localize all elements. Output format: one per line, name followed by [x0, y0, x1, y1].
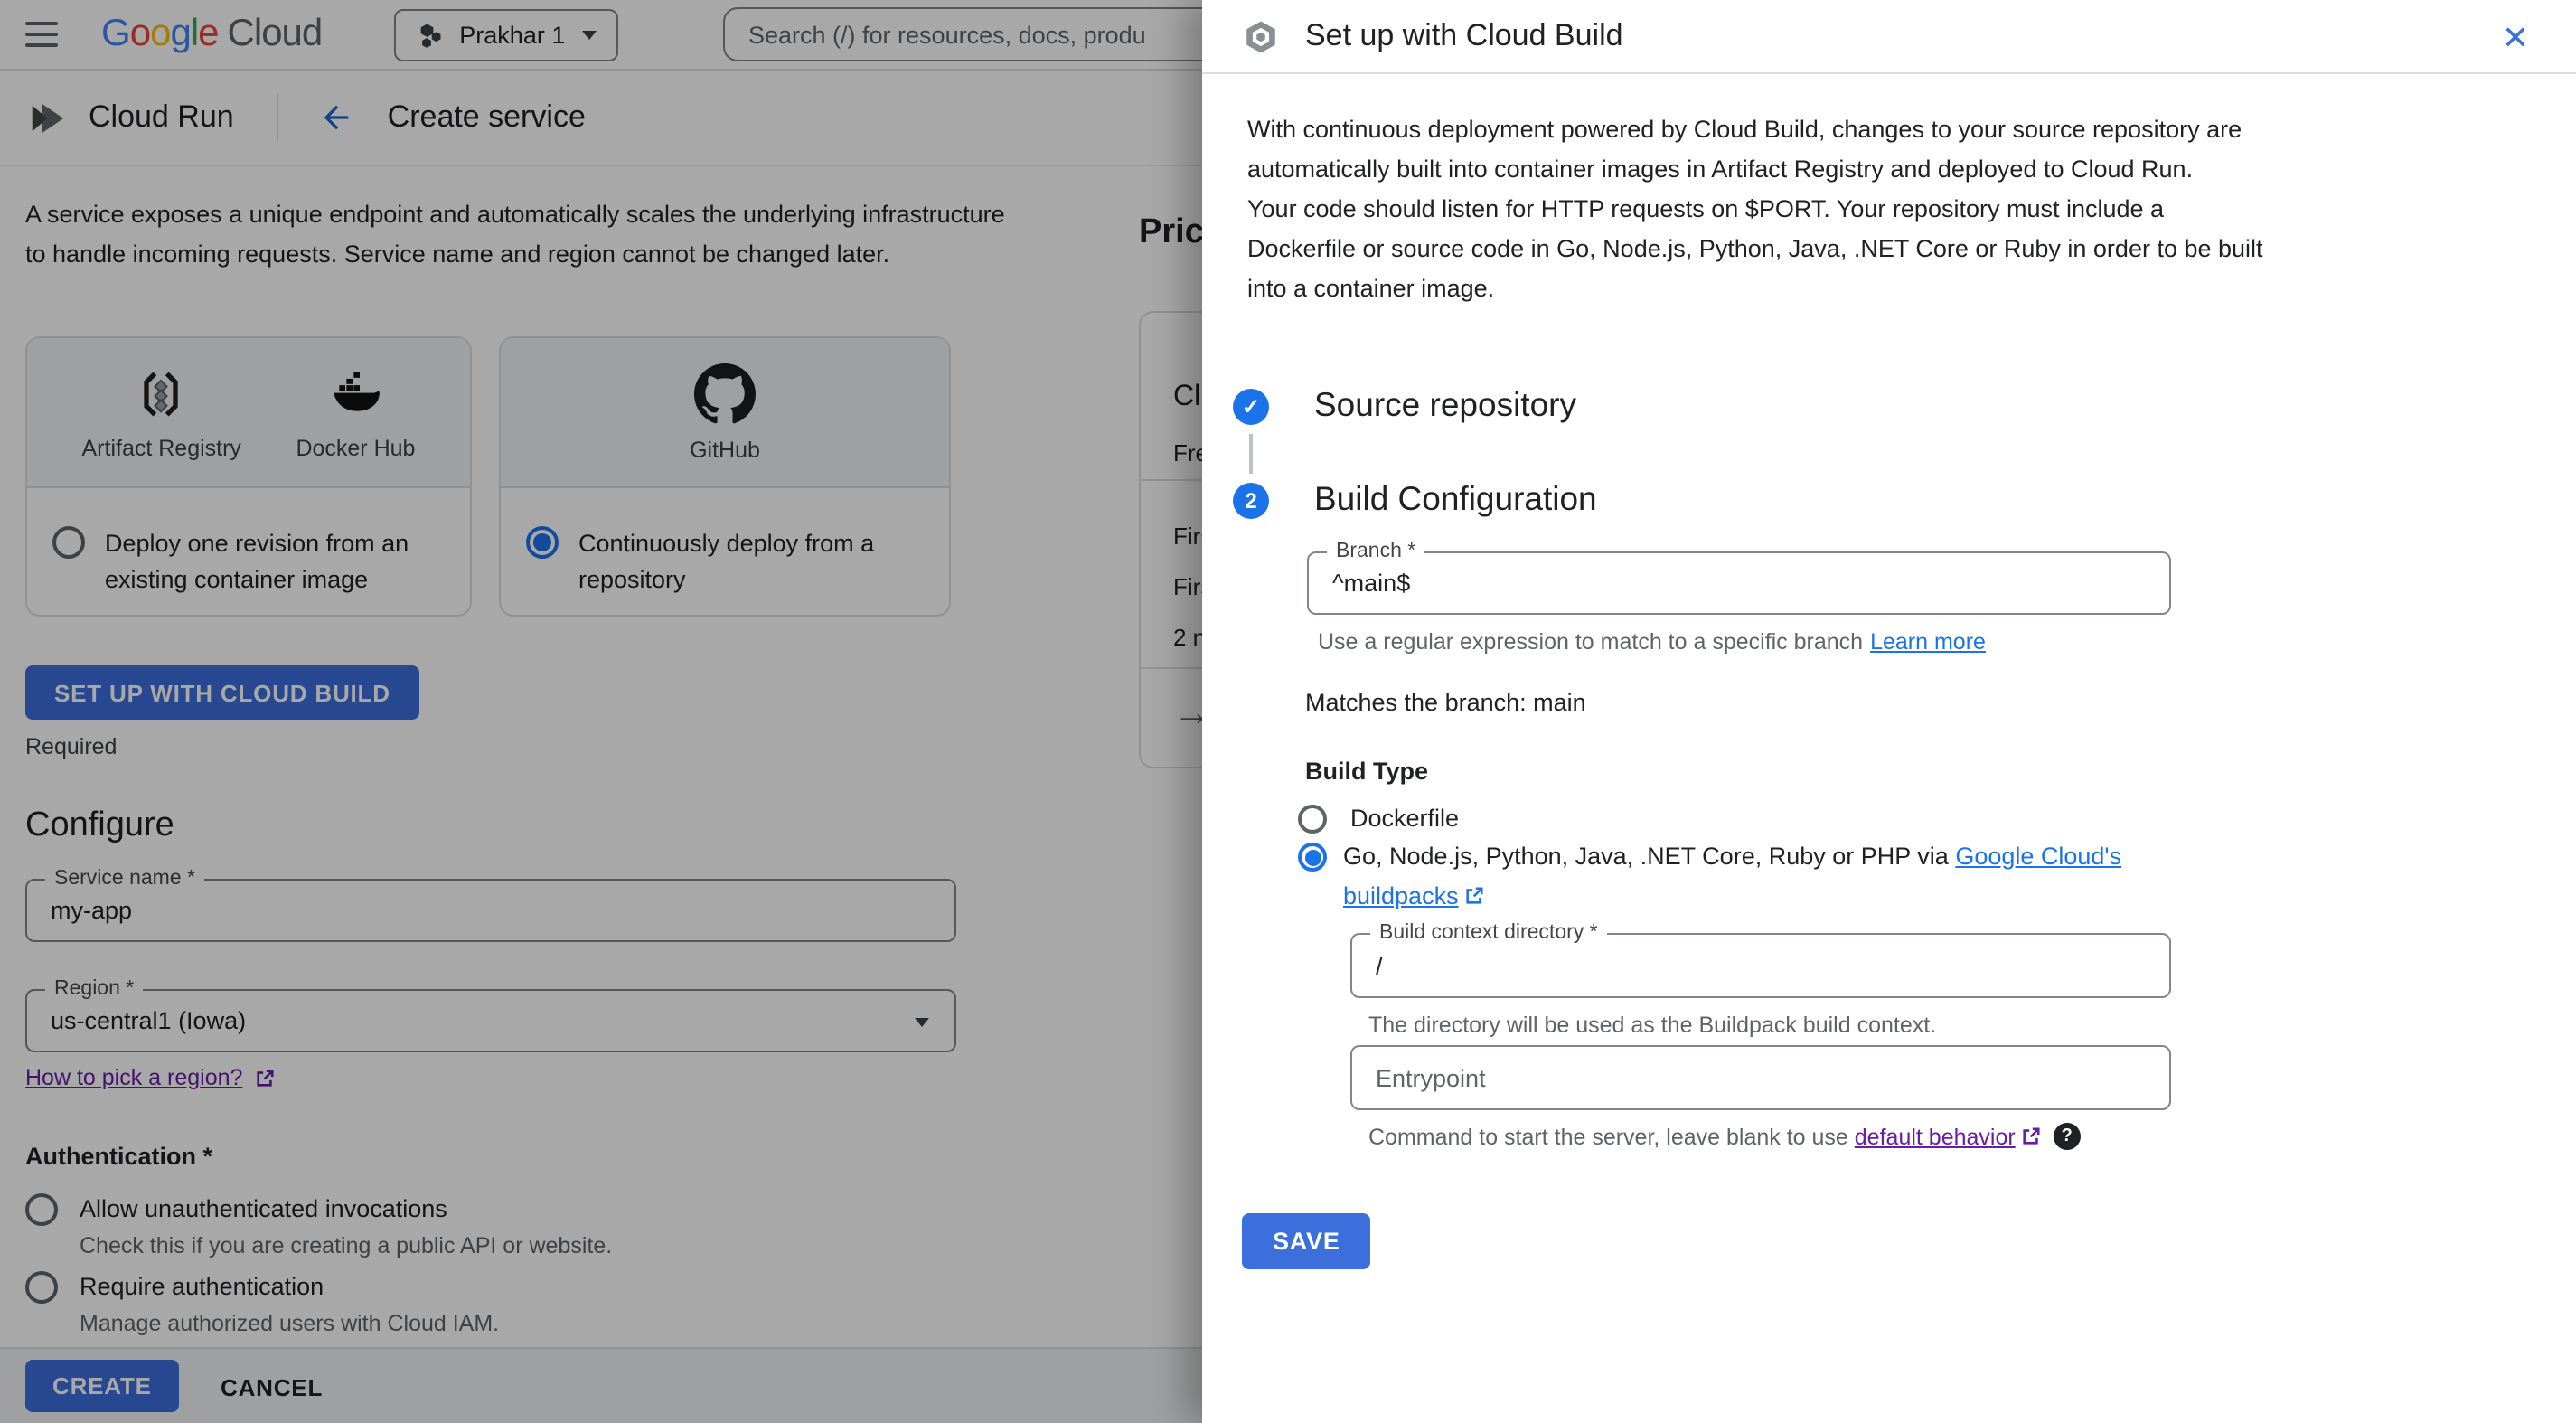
step2-number-badge: 2	[1233, 483, 1269, 519]
branch-input[interactable]	[1309, 553, 2169, 613]
branch-match-note: Matches the branch: main	[1305, 689, 1586, 716]
branch-label: Branch *	[1327, 541, 1425, 564]
entrypoint-helper-text: Command to start the server, leave blank…	[1368, 1124, 1855, 1149]
entrypoint-helper: Command to start the server, leave blank…	[1368, 1123, 2081, 1150]
build-context-helper: The directory will be used as the Buildp…	[1368, 1013, 1937, 1038]
cloud-build-panel: Set up with Cloud Build ✕ With continuou…	[1202, 0, 2576, 1423]
radio-selected-icon[interactable]	[1298, 843, 1327, 872]
panel-title: Set up with Cloud Build	[1305, 18, 1623, 52]
default-behavior-link[interactable]: default behavior	[1855, 1124, 2016, 1149]
external-link-icon	[1465, 886, 1483, 903]
build-context-field: Build context directory *	[1350, 922, 2171, 998]
step2-number: 2	[1245, 488, 1257, 514]
buildpacks-option-text: Go, Node.js, Python, Java, .NET Core, Ru…	[1343, 843, 1956, 870]
page: Google Cloud Prakhar 1 Clo	[0, 0, 2576, 1423]
external-link-icon	[2023, 1127, 2040, 1145]
check-icon: ✓	[1241, 394, 1261, 419]
radio-unselected-icon[interactable]	[1298, 805, 1327, 834]
cloud-build-icon	[1246, 20, 1275, 52]
save-button[interactable]: SAVE	[1242, 1213, 1371, 1269]
branch-helper: Use a regular expression to match to a s…	[1318, 629, 1986, 655]
entrypoint-field	[1350, 1045, 2171, 1110]
branch-field: Branch *	[1307, 541, 2171, 615]
close-icon[interactable]: ✕	[2491, 13, 2540, 63]
step1-title: Source repository	[1314, 385, 1576, 423]
branch-helper-text: Use a regular expression to match to a s…	[1318, 629, 1864, 655]
step1-check-icon: ✓	[1233, 389, 1269, 425]
buildpacks-option[interactable]: Go, Node.js, Python, Java, .NET Core, Ru…	[1343, 837, 2178, 915]
entrypoint-input[interactable]	[1352, 1047, 2169, 1108]
help-icon[interactable]: ?	[2053, 1123, 2081, 1150]
step2-title: Build Configuration	[1314, 479, 1597, 517]
panel-paragraph-2: Your code should listen for HTTP request…	[1247, 195, 2263, 302]
dockerfile-label: Dockerfile	[1350, 805, 1460, 832]
panel-paragraph-1: With continuous deployment powered by Cl…	[1247, 116, 2242, 183]
learn-more-link[interactable]: Learn more	[1870, 629, 1986, 655]
panel-description: With continuous deployment powered by Cl…	[1247, 110, 2270, 309]
dockerfile-option[interactable]: Dockerfile	[1298, 801, 1459, 837]
help-question-mark: ?	[2061, 1126, 2073, 1146]
step-connector	[1249, 434, 1252, 474]
modal-scrim[interactable]	[0, 0, 1202, 1423]
build-type-heading: Build Type	[1305, 758, 1429, 785]
panel-header: Set up with Cloud Build ✕	[1202, 0, 2576, 74]
build-context-label: Build context directory *	[1370, 922, 1607, 946]
